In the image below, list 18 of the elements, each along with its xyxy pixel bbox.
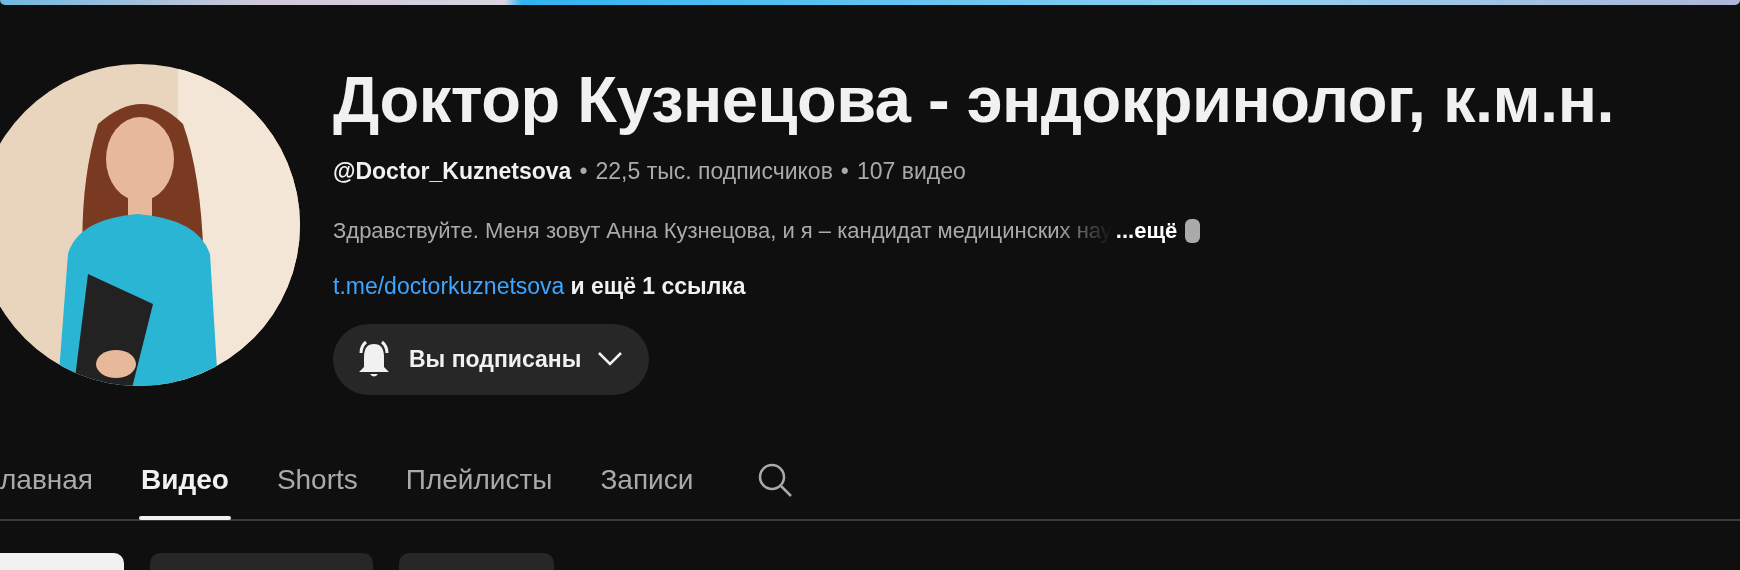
tab[interactable]: Записи	[600, 439, 694, 520]
separator-dot: •	[840, 157, 849, 184]
tab[interactable]: лавная	[0, 439, 93, 520]
more-links-link[interactable]: и ещё 1 ссылка	[570, 273, 746, 299]
channel-handle: @Doctor_Kuznetsova	[333, 157, 572, 184]
chevron-down-icon	[597, 351, 624, 367]
search-icon[interactable]	[757, 461, 794, 498]
channel-stat: 107 видео	[856, 157, 966, 184]
tab[interactable]: Shorts	[276, 439, 358, 520]
channel-title: Доктор Кузнецова - эндокринолог, к.м.н.	[333, 64, 1614, 136]
tab[interactable]: Плейлисты	[405, 439, 553, 520]
pill-icon	[1185, 218, 1201, 243]
subscribe-button[interactable]: Вы подписаны	[333, 323, 650, 395]
tab[interactable]: Видео	[141, 439, 229, 520]
channel-link[interactable]: t.me/doctorkuznetsova	[333, 273, 565, 299]
channel-stat: 22,5 тыс. подписчиков	[595, 157, 833, 184]
separator-dot: •	[579, 157, 588, 184]
more-link[interactable]: ...ещё	[1115, 214, 1178, 247]
